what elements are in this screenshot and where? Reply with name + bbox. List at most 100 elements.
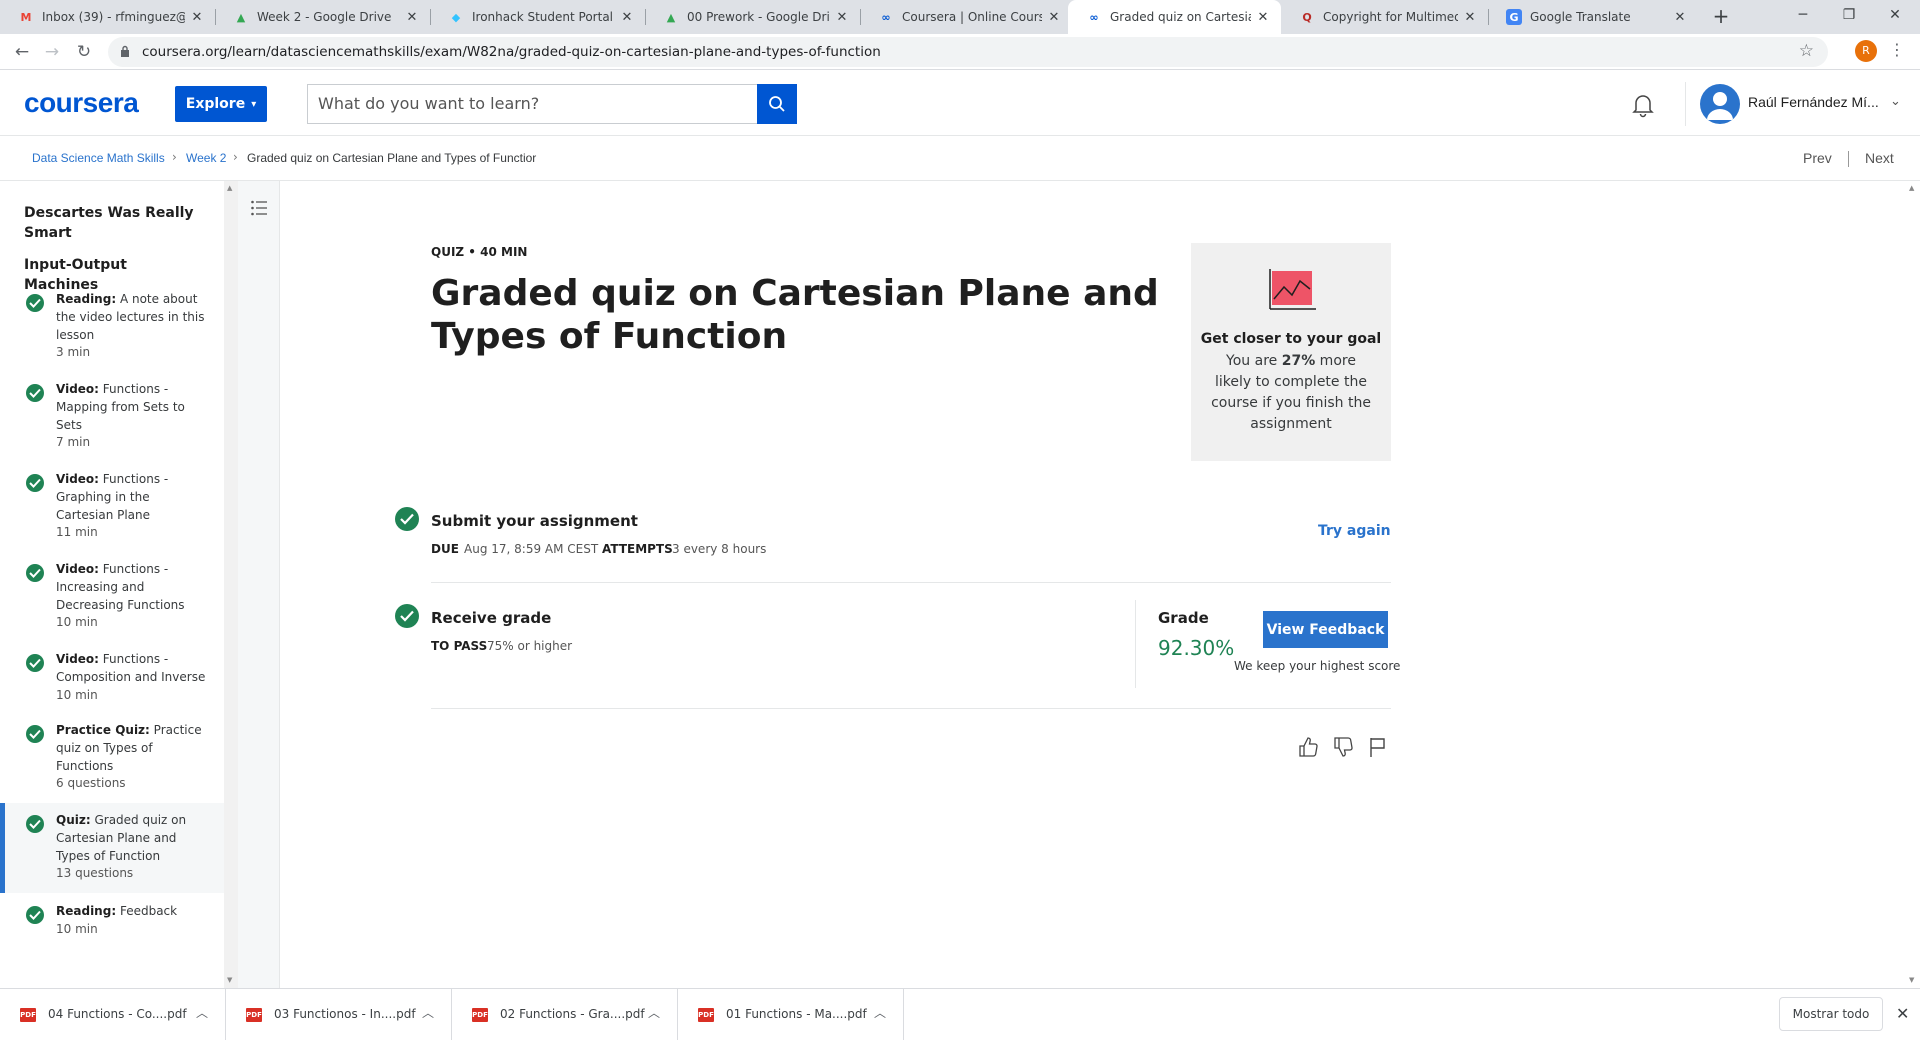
main-scrollbar[interactable]: ▲ ▼ <box>1906 181 1920 988</box>
chevron-up-icon[interactable]: ︿ <box>874 1004 886 1021</box>
close-icon[interactable]: ✕ <box>1046 10 1062 25</box>
close-icon[interactable]: ✕ <box>1672 10 1688 25</box>
window-close-icon[interactable]: ✕ <box>1872 0 1918 30</box>
try-again-button[interactable]: Try again <box>1318 523 1391 539</box>
check-circle-icon <box>26 654 44 672</box>
close-icon[interactable]: ✕ <box>1462 10 1478 25</box>
search-button[interactable] <box>757 84 797 124</box>
sidebar-item-text: Video: Functions - Mapping from Sets to … <box>56 380 206 434</box>
explore-label: Explore <box>185 96 246 112</box>
notification-bell-icon[interactable] <box>1630 92 1656 118</box>
sidebar-item[interactable]: Practice Quiz: Practice quiz on Types of… <box>0 713 224 801</box>
scroll-down-icon[interactable]: ▼ <box>1909 976 1914 984</box>
forward-arrow-icon[interactable]: → <box>40 40 64 64</box>
item-duration: 10 min <box>56 688 98 702</box>
sidebar-scrollbar[interactable]: ▲ ▼ <box>224 181 238 988</box>
chevron-up-icon[interactable]: ︿ <box>422 1004 434 1021</box>
download-item[interactable]: PDF 03 Functionos - In....pdf ︿ <box>226 989 452 1040</box>
check-circle-icon <box>26 474 44 492</box>
download-filename: 03 Functionos - In....pdf <box>274 1007 416 1021</box>
scroll-up-icon[interactable]: ▲ <box>227 184 232 192</box>
sidebar-item-text: Reading: Feedback <box>56 902 206 920</box>
browser-tab[interactable]: M Inbox (39) - rfminguez@gm ✕ <box>0 0 215 34</box>
tab-title: Copyright for Multimedia m <box>1323 10 1458 24</box>
chevron-up-icon[interactable]: ︿ <box>648 1004 660 1021</box>
coursera-tab-icon: ∞ <box>881 10 891 24</box>
tab-title: Coursera | Online Courses & <box>902 10 1042 24</box>
back-arrow-icon[interactable]: ← <box>10 40 34 64</box>
chevron-down-icon[interactable]: ⌄ <box>1890 94 1901 109</box>
sidebar-item[interactable]: Video: Functions - Graphing in the Carte… <box>0 462 224 550</box>
browser-tab[interactable]: ▲ Week 2 - Google Drive ✕ <box>215 0 430 34</box>
restore-icon[interactable]: ❐ <box>1826 0 1872 30</box>
sidebar-item[interactable]: Video: Functions - Increasing and Decrea… <box>0 552 224 640</box>
view-feedback-button[interactable]: View Feedback <box>1263 611 1388 648</box>
toc-list-icon[interactable] <box>250 199 268 217</box>
download-item[interactable]: PDF 02 Functions - Gra....pdf ︿ <box>452 989 678 1040</box>
coursera-logo[interactable]: coursera <box>24 87 139 119</box>
thumbs-down-icon[interactable] <box>1331 735 1355 759</box>
chevron-right-icon: › <box>233 150 238 164</box>
scroll-up-icon[interactable]: ▲ <box>1909 184 1914 192</box>
show-all-downloads-button[interactable]: Mostrar todo <box>1779 997 1883 1031</box>
download-item[interactable]: PDF 01 Functions - Ma....pdf ︿ <box>678 989 904 1040</box>
sidebar-item-text: Video: Functions - Increasing and Decrea… <box>56 560 206 614</box>
pdf-file-icon: PDF <box>472 1008 488 1022</box>
prev-link[interactable]: Prev <box>1803 150 1832 166</box>
toc-rail <box>238 181 280 988</box>
browser-tab[interactable]: Q Copyright for Multimedia m ✕ <box>1281 0 1488 34</box>
goal-text: You are 27% more likely to complete the … <box>1207 351 1375 435</box>
close-icon[interactable]: ✕ <box>1896 1004 1909 1023</box>
browser-profile-avatar[interactable]: R <box>1855 40 1877 62</box>
trend-chart-icon <box>1269 269 1316 310</box>
download-bar: PDF 04 Functions - Co....pdf ︿ PDF 03 Fu… <box>0 988 1920 1040</box>
next-link[interactable]: Next <box>1865 150 1894 166</box>
address-bar[interactable]: coursera.org/learn/datasciencemathskills… <box>108 37 1828 67</box>
close-icon[interactable]: ✕ <box>1255 10 1271 25</box>
thumbs-up-icon[interactable] <box>1296 735 1320 759</box>
close-icon[interactable]: ✕ <box>619 10 635 25</box>
close-icon[interactable]: ✕ <box>404 10 420 25</box>
browser-tab[interactable]: G Google Translate ✕ <box>1488 0 1698 34</box>
page-title: Graded quiz on Cartesian Plane and Types… <box>431 273 1159 357</box>
explore-button[interactable]: Explore ▾ <box>175 86 267 122</box>
scroll-down-icon[interactable]: ▼ <box>227 976 232 984</box>
browser-tab-active[interactable]: ∞ Graded quiz on Cartesian Pl ✕ <box>1068 0 1281 34</box>
chevron-up-icon[interactable]: ︿ <box>196 1004 208 1021</box>
user-name[interactable]: Raúl Fernández Mí... <box>1748 94 1880 110</box>
minimize-icon[interactable]: ─ <box>1780 0 1826 30</box>
browser-tab[interactable]: ▲ 00 Prework - Google Drive ✕ <box>645 0 860 34</box>
item-type: Video: <box>56 562 99 576</box>
close-icon[interactable]: ✕ <box>189 10 205 25</box>
item-duration: 10 min <box>56 615 98 629</box>
flag-icon[interactable] <box>1366 735 1390 759</box>
download-item[interactable]: PDF 04 Functions - Co....pdf ︿ <box>0 989 226 1040</box>
user-avatar[interactable] <box>1700 84 1740 124</box>
sidebar-item[interactable]: Video: Functions - Composition and Inver… <box>0 642 224 714</box>
breadcrumb-current: Graded quiz on Cartesian Plane and Types… <box>247 151 537 165</box>
new-tab-button[interactable]: + <box>1708 4 1734 30</box>
item-duration: 11 min <box>56 525 98 539</box>
tab-title: 00 Prework - Google Drive <box>687 10 830 24</box>
due-value: Aug 17, 8:59 AM CEST <box>464 542 599 556</box>
tab-title: Ironhack Student Portal <box>472 10 614 24</box>
check-circle-icon <box>395 507 419 531</box>
close-icon[interactable]: ✕ <box>834 10 850 25</box>
sidebar-item-active[interactable]: Quiz: Graded quiz on Cartesian Plane and… <box>0 803 224 893</box>
browser-tab-strip: M Inbox (39) - rfminguez@gm ✕ ▲ Week 2 -… <box>0 0 1920 34</box>
browser-tab[interactable]: ∞ Coursera | Online Courses & ✕ <box>860 0 1072 34</box>
sidebar-item[interactable]: Reading: A note about the video lectures… <box>0 282 224 370</box>
check-circle-icon <box>395 604 419 628</box>
pass-label: TO PASS <box>431 639 488 653</box>
browser-menu-icon[interactable]: ⋮ <box>1889 40 1905 59</box>
sidebar-section-title: Descartes Was Really Smart <box>24 205 194 241</box>
search-input[interactable]: What do you want to learn? <box>307 84 757 124</box>
bookmark-star-icon[interactable]: ☆ <box>1799 41 1814 61</box>
sidebar-item[interactable]: Reading: Feedback 10 min <box>0 894 224 966</box>
sidebar-item[interactable]: Video: Functions - Mapping from Sets to … <box>0 372 224 460</box>
reload-icon[interactable]: ↻ <box>72 40 96 64</box>
browser-tab[interactable]: ◆ Ironhack Student Portal ✕ <box>430 0 645 34</box>
goal-card: Get closer to your goal You are 27% more… <box>1191 243 1391 461</box>
breadcrumb-course[interactable]: Data Science Math Skills <box>32 151 165 165</box>
breadcrumb-week[interactable]: Week 2 <box>186 151 226 165</box>
